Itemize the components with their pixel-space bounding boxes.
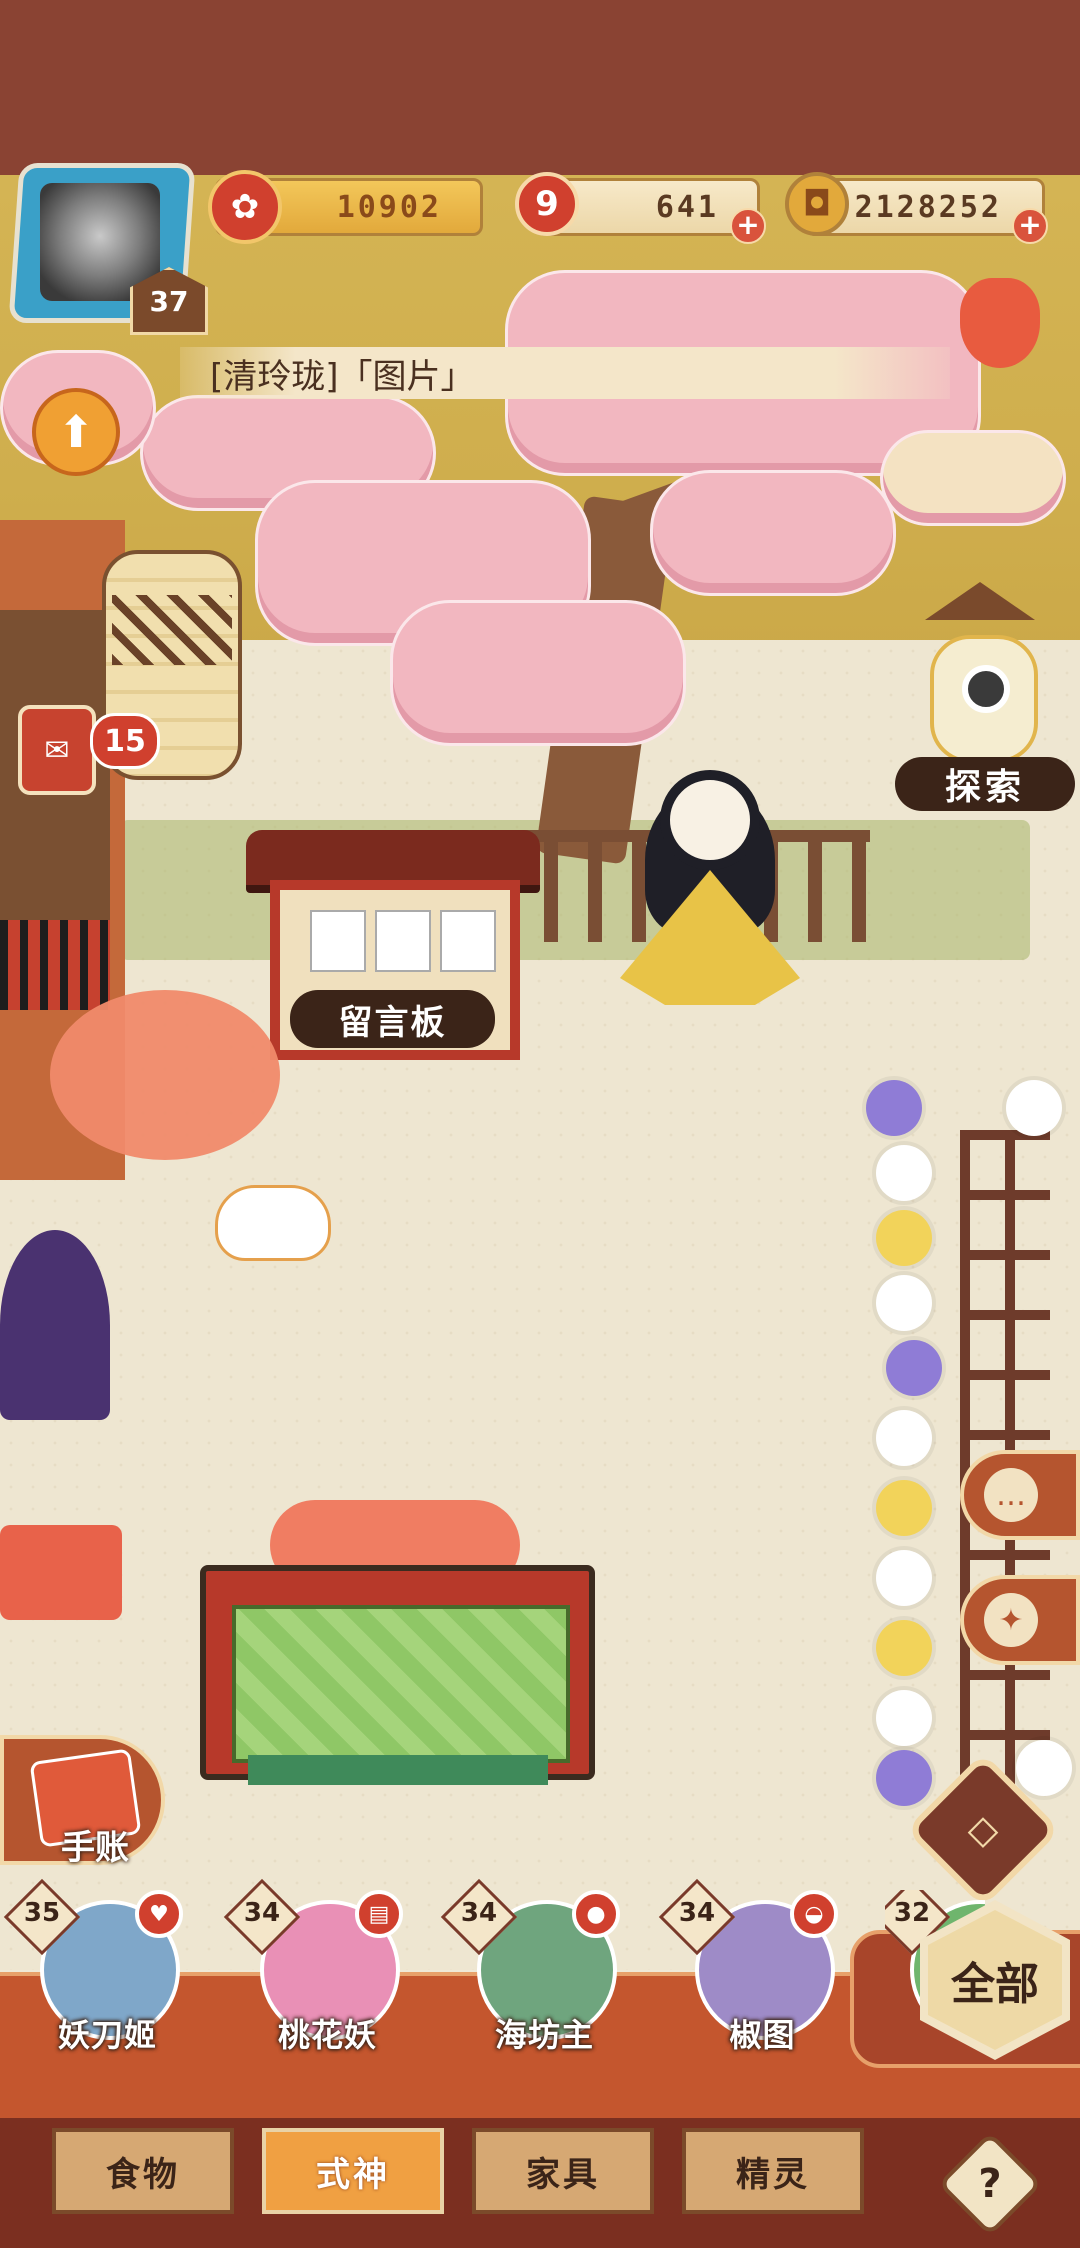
- player-name-banner: [清玲珑]「图片」: [180, 347, 950, 399]
- player-name: [清玲珑]「图片」: [210, 356, 475, 397]
- shikigami-card[interactable]: 34 ▤ 桃花妖: [223, 1878, 405, 2060]
- add-gold-button[interactable]: +: [1012, 208, 1048, 244]
- heart-icon[interactable]: ♥: [135, 1890, 183, 1938]
- flower: [886, 1340, 942, 1396]
- magatama-icon: 9: [515, 172, 579, 236]
- flower: [876, 1145, 932, 1201]
- plot-base: [248, 1755, 548, 1785]
- masked-creature[interactable]: [0, 1230, 110, 1420]
- gift-icon: ✦: [984, 1593, 1038, 1647]
- flower: [876, 1480, 932, 1536]
- blossom-cloud: [650, 470, 896, 596]
- tab-furniture[interactable]: 家具: [472, 2128, 654, 2214]
- top-header-band: [0, 0, 1080, 175]
- food-icon[interactable]: ●: [572, 1890, 620, 1938]
- add-magatama-button[interactable]: +: [730, 208, 766, 244]
- flower: [1016, 1740, 1072, 1796]
- wish-icon[interactable]: ◒: [790, 1890, 838, 1938]
- flower: [876, 1690, 932, 1746]
- shrimp-decoration[interactable]: [50, 990, 280, 1160]
- chat-bubble-icon: …: [984, 1468, 1038, 1522]
- flower: [866, 1080, 922, 1136]
- shikigami-name: 海坊主: [494, 2016, 594, 2054]
- shikigami-name: 桃花妖: [277, 2016, 377, 2054]
- tab-food[interactable]: 食物: [52, 2128, 234, 2214]
- gift-button[interactable]: ✦: [960, 1575, 1080, 1665]
- board-photo: [310, 910, 366, 972]
- notebook-label: 手账: [61, 1828, 129, 1868]
- show-all-button[interactable]: 全部: [920, 1900, 1070, 2060]
- shikigami-level: 35: [23, 1898, 61, 1928]
- notice-board-label[interactable]: 留言板: [290, 990, 495, 1048]
- flower: [1006, 1080, 1062, 1136]
- stamina-icon: ✿: [208, 170, 282, 244]
- tab-spirits[interactable]: 精灵: [682, 2128, 864, 2214]
- shikigami-level: 34: [243, 1898, 281, 1928]
- chat-button[interactable]: …: [960, 1450, 1080, 1540]
- character-face[interactable]: [660, 770, 760, 870]
- flower: [876, 1750, 932, 1806]
- shikigami-level: 34: [460, 1898, 498, 1928]
- red-envelope-icon[interactable]: [0, 1525, 122, 1620]
- lantern-eye: [962, 665, 1010, 713]
- shikigami-card[interactable]: 34 ● 海坊主: [440, 1878, 622, 2060]
- stamina-value: 10902: [336, 189, 442, 225]
- flower: [876, 1410, 932, 1466]
- mailbox-icon[interactable]: ✉: [18, 705, 96, 795]
- magatama-value: 641: [655, 189, 719, 225]
- koi-streamer-icon: [960, 278, 1040, 368]
- shikigami-name: 椒图: [729, 2016, 796, 2054]
- gold-value: 2128252: [854, 189, 1002, 225]
- help-icon: ?: [978, 2161, 1002, 2207]
- blossom-cloud: [880, 430, 1066, 526]
- grill[interactable]: [0, 920, 110, 1010]
- flower-hedge: [866, 1080, 1080, 1810]
- explore-button[interactable]: 探索: [895, 757, 1075, 811]
- flower: [876, 1620, 932, 1676]
- flower: [876, 1210, 932, 1266]
- shikigami-name: 妖刀姬: [57, 2016, 157, 2054]
- level-up-arrow-icon[interactable]: ⬆: [32, 388, 120, 476]
- sleeping-cat[interactable]: [215, 1185, 331, 1261]
- rotate-icon: ◇: [967, 1807, 999, 1853]
- flower: [876, 1550, 932, 1606]
- plot-grass: [232, 1605, 570, 1763]
- board-photo: [440, 910, 496, 972]
- lantern-lattice: [112, 595, 232, 665]
- shikigami-card[interactable]: 35 ♥ 妖刀姬: [3, 1878, 185, 2060]
- shikigami-card[interactable]: 34 ◒ 椒图: [658, 1878, 840, 2060]
- flower: [876, 1275, 932, 1331]
- gold-coin-icon: ◘: [785, 172, 849, 236]
- bookmark-icon[interactable]: ▤: [355, 1890, 403, 1938]
- blossom-cloud: [390, 600, 686, 746]
- tab-shikigami[interactable]: 式神: [262, 2128, 444, 2214]
- shikigami-level: 34: [678, 1898, 716, 1928]
- board-photo: [375, 910, 431, 972]
- notification-badge: 15: [90, 713, 160, 769]
